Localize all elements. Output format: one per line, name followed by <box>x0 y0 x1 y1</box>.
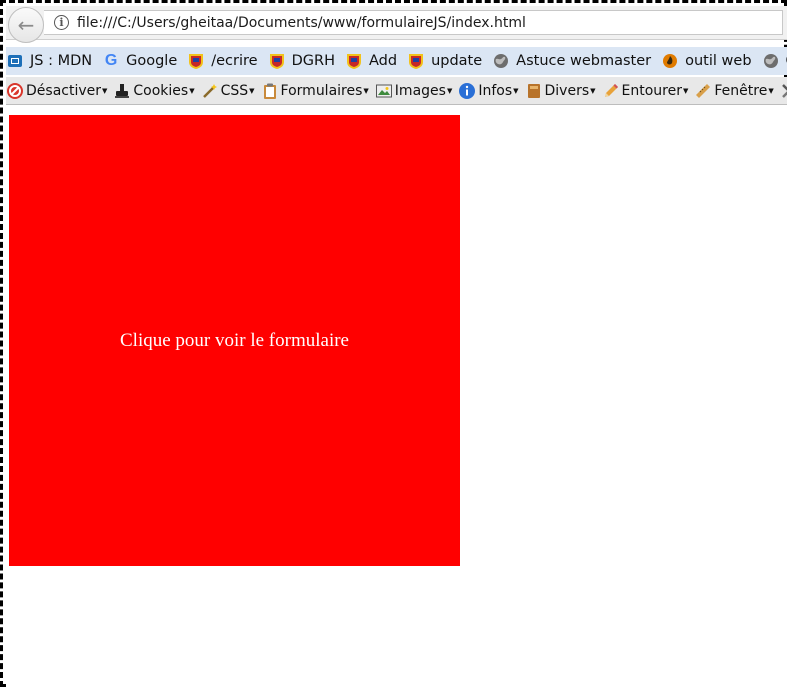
bookmark-update[interactable]: update <box>407 52 482 70</box>
pencil-icon <box>602 82 620 100</box>
bookmark-google[interactable]: G Google <box>102 52 177 70</box>
menu-label: Fenêtre <box>714 82 768 99</box>
bookmark-astuce-webmaster[interactable]: Astuce webmaster <box>492 52 651 70</box>
bookmarks-toolbar: JS : MDN G Google /ecrire DGRH Add updat… <box>6 47 787 75</box>
browser-window: ← i file:///C:/Users/gheitaa/Documents/w… <box>0 0 787 687</box>
crest-icon <box>407 52 425 70</box>
clipboard-icon <box>261 82 279 100</box>
image-icon <box>375 82 393 100</box>
bookmark-dgrh[interactable]: DGRH <box>268 52 335 70</box>
menu-css[interactable]: CSS ▼ <box>201 82 255 100</box>
menu-images[interactable]: Images ▼ <box>375 82 453 100</box>
page-content: Clique pour voir le formulaire <box>6 105 787 687</box>
mdn-icon <box>6 52 24 70</box>
bookmark-ecrire[interactable]: /ecrire <box>187 52 258 70</box>
menu-label: Désactiver <box>26 82 101 99</box>
bookmark-label: Astuce webmaster <box>516 53 652 69</box>
bookmark-label: Google <box>126 53 178 69</box>
menu-label: Cookies <box>133 82 189 99</box>
google-icon: G <box>104 52 118 69</box>
caret-down-icon: ▼ <box>446 86 453 95</box>
bookmark-label: /ecrire <box>211 53 258 69</box>
bookmark-add[interactable]: Add <box>345 52 397 70</box>
ruler-icon <box>694 82 712 100</box>
fire-icon <box>661 52 679 70</box>
url-input[interactable]: i file:///C:/Users/gheitaa/Documents/www… <box>44 10 783 35</box>
wand-icon <box>201 82 219 100</box>
globe-icon <box>762 52 780 70</box>
bookmark-label: Add <box>368 53 398 69</box>
caret-down-icon: ▼ <box>683 86 689 95</box>
menu-fenetre[interactable]: Fenêtre ▼ <box>694 82 774 100</box>
caret-down-icon: ▼ <box>513 86 519 95</box>
menu-label: Infos <box>478 82 513 99</box>
show-form-label: Clique pour voir le formulaire <box>120 329 349 351</box>
menu-label: Formulaires <box>280 82 363 99</box>
menu-label: CSS <box>220 82 249 99</box>
back-button[interactable]: ← <box>8 7 44 43</box>
url-text: file:///C:/Users/gheitaa/Documents/www/f… <box>77 14 526 31</box>
caret-down-icon: ▼ <box>189 86 195 95</box>
bookmark-co[interactable]: Co <box>762 52 787 70</box>
menu-label: Entourer <box>621 82 682 99</box>
bookmark-label: DGRH <box>291 53 335 69</box>
menu-infos[interactable]: Infos ▼ <box>458 82 519 100</box>
tools-icon <box>780 82 787 100</box>
cookie-stamp-icon <box>113 82 131 100</box>
menu-entourer[interactable]: Entourer ▼ <box>602 82 689 100</box>
menu-label: Divers <box>544 82 590 99</box>
bookmark-label: outil web <box>685 53 752 69</box>
menu-divers[interactable]: Divers ▼ <box>525 82 596 100</box>
web-developer-toolbar: Désactiver ▼ Cookies ▼ CSS ▼ Formulaires ▼ I… <box>6 77 787 105</box>
globe-icon <box>492 52 510 70</box>
caret-down-icon: ▼ <box>249 86 255 95</box>
menu-label: Images <box>394 82 446 99</box>
info-icon[interactable]: i <box>54 15 69 30</box>
caret-down-icon: ▼ <box>590 86 596 95</box>
show-form-box[interactable]: Clique pour voir le formulaire <box>9 115 460 566</box>
bookmark-outil-web[interactable]: outil web <box>661 52 752 70</box>
caret-down-icon: ▼ <box>363 86 369 95</box>
crest-icon <box>268 52 286 70</box>
bookmark-label: JS : MDN <box>30 53 93 69</box>
menu-tools[interactable] <box>780 82 787 100</box>
crest-icon <box>345 52 363 70</box>
disable-icon <box>6 82 24 100</box>
crest-icon <box>187 52 205 70</box>
caret-down-icon: ▼ <box>102 86 108 95</box>
bookmark-js-mdn[interactable]: JS : MDN <box>6 52 92 70</box>
address-bar-area: ← i file:///C:/Users/gheitaa/Documents/w… <box>6 6 787 43</box>
menu-cookies[interactable]: Cookies ▼ <box>113 82 195 100</box>
menu-desactiver[interactable]: Désactiver ▼ <box>6 82 107 100</box>
caret-down-icon: ▼ <box>768 86 774 95</box>
menu-formulaires[interactable]: Formulaires ▼ <box>261 82 369 100</box>
bookmark-label: update <box>431 53 483 69</box>
arrow-left-icon: ← <box>17 13 35 37</box>
info-circle-icon <box>458 82 476 100</box>
book-icon <box>525 82 543 100</box>
